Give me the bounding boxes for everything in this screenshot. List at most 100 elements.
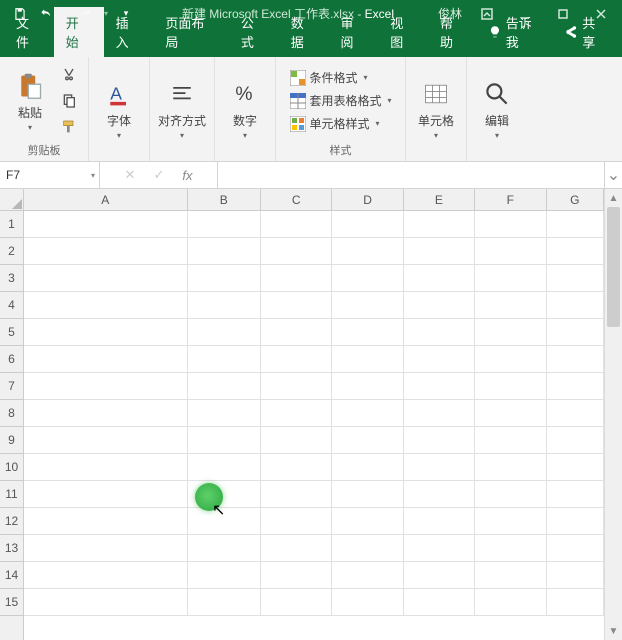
row-header[interactable]: 10: [0, 454, 23, 481]
cell[interactable]: [404, 265, 475, 292]
cell[interactable]: [188, 238, 261, 265]
conditional-formatting-button[interactable]: 条件格式▾: [290, 69, 368, 86]
cell[interactable]: [332, 481, 403, 508]
cell[interactable]: [332, 427, 403, 454]
formula-bar[interactable]: [218, 162, 604, 188]
cell[interactable]: [332, 292, 403, 319]
cell[interactable]: [547, 319, 605, 346]
row-header[interactable]: 12: [0, 508, 23, 535]
select-all-corner[interactable]: [0, 189, 24, 211]
cell[interactable]: [188, 535, 261, 562]
cell[interactable]: [475, 292, 546, 319]
cell[interactable]: [547, 535, 605, 562]
row-header[interactable]: 4: [0, 292, 23, 319]
cell[interactable]: [188, 319, 261, 346]
cell[interactable]: [332, 373, 403, 400]
cell[interactable]: [404, 427, 475, 454]
column-header[interactable]: A: [24, 189, 188, 210]
cell[interactable]: [261, 238, 332, 265]
cell[interactable]: [332, 319, 403, 346]
cell[interactable]: [404, 589, 475, 616]
redo-dropdown-icon[interactable]: ▾: [100, 2, 112, 26]
cell[interactable]: [24, 454, 188, 481]
cell[interactable]: [24, 562, 188, 589]
cell-styles-button[interactable]: 单元格样式▾: [290, 115, 380, 132]
cell[interactable]: [475, 400, 546, 427]
cell[interactable]: [475, 535, 546, 562]
tab-pagelayout[interactable]: 页面布局: [153, 7, 229, 57]
cell[interactable]: [188, 346, 261, 373]
cell[interactable]: [547, 508, 605, 535]
chevron-down-icon[interactable]: ▾: [91, 171, 95, 180]
scroll-up-icon[interactable]: ▲: [605, 189, 622, 207]
cell[interactable]: [475, 589, 546, 616]
cell[interactable]: [24, 319, 188, 346]
cancel-formula-icon[interactable]: ✕: [125, 167, 136, 183]
column-header[interactable]: G: [547, 189, 605, 210]
cell[interactable]: [24, 238, 188, 265]
cell[interactable]: [404, 400, 475, 427]
scroll-down-icon[interactable]: ▼: [605, 622, 622, 640]
tab-file[interactable]: 文件: [4, 7, 54, 57]
cell[interactable]: [475, 427, 546, 454]
cell[interactable]: [404, 562, 475, 589]
tab-help[interactable]: 帮助: [428, 7, 478, 57]
cell[interactable]: [475, 238, 546, 265]
enter-formula-icon[interactable]: ✓: [153, 167, 164, 183]
cell[interactable]: [188, 211, 261, 238]
cell[interactable]: [188, 589, 261, 616]
cell[interactable]: [332, 508, 403, 535]
cut-button[interactable]: [58, 64, 80, 86]
cell[interactable]: [24, 400, 188, 427]
tab-formulas[interactable]: 公式: [229, 7, 279, 57]
cell[interactable]: [475, 373, 546, 400]
cells-button[interactable]: 单元格 ▾: [414, 78, 458, 140]
cell[interactable]: [404, 508, 475, 535]
row-header[interactable]: 13: [0, 535, 23, 562]
row-header[interactable]: 6: [0, 346, 23, 373]
cell[interactable]: [332, 589, 403, 616]
row-header[interactable]: 1: [0, 211, 23, 238]
cell[interactable]: [261, 454, 332, 481]
vertical-scrollbar[interactable]: ▲ ▼: [604, 189, 622, 640]
column-header[interactable]: F: [475, 189, 546, 210]
cell[interactable]: [332, 454, 403, 481]
cell[interactable]: [547, 238, 605, 265]
cell[interactable]: [475, 346, 546, 373]
tell-me[interactable]: 告诉我: [478, 7, 555, 57]
cell[interactable]: [547, 400, 605, 427]
cell[interactable]: [261, 481, 332, 508]
cell[interactable]: [332, 346, 403, 373]
row-header[interactable]: 9: [0, 427, 23, 454]
cell[interactable]: [332, 535, 403, 562]
cell[interactable]: [24, 535, 188, 562]
row-header[interactable]: 15: [0, 589, 23, 616]
tab-data[interactable]: 数据: [279, 7, 329, 57]
cell[interactable]: [475, 562, 546, 589]
cell[interactable]: [188, 454, 261, 481]
cell[interactable]: [404, 346, 475, 373]
cell[interactable]: [261, 400, 332, 427]
row-header[interactable]: 8: [0, 400, 23, 427]
cell[interactable]: [261, 562, 332, 589]
cell[interactable]: [547, 211, 605, 238]
cell[interactable]: [188, 562, 261, 589]
name-box[interactable]: F7 ▾: [0, 162, 100, 188]
fx-icon[interactable]: fx: [182, 168, 192, 183]
cell[interactable]: [475, 319, 546, 346]
cell[interactable]: [188, 373, 261, 400]
number-button[interactable]: % 数字 ▾: [223, 78, 267, 140]
column-header[interactable]: C: [261, 189, 332, 210]
cell[interactable]: [547, 292, 605, 319]
cell[interactable]: [475, 211, 546, 238]
cell[interactable]: [24, 265, 188, 292]
cell[interactable]: [24, 508, 188, 535]
scrollbar-thumb[interactable]: [607, 207, 620, 327]
cell[interactable]: [404, 481, 475, 508]
expand-formula-bar-icon[interactable]: ⌄: [604, 162, 622, 188]
cell[interactable]: [261, 319, 332, 346]
cell[interactable]: [547, 589, 605, 616]
cell[interactable]: [547, 562, 605, 589]
font-button[interactable]: A 字体 ▾: [97, 78, 141, 140]
cell[interactable]: [188, 427, 261, 454]
